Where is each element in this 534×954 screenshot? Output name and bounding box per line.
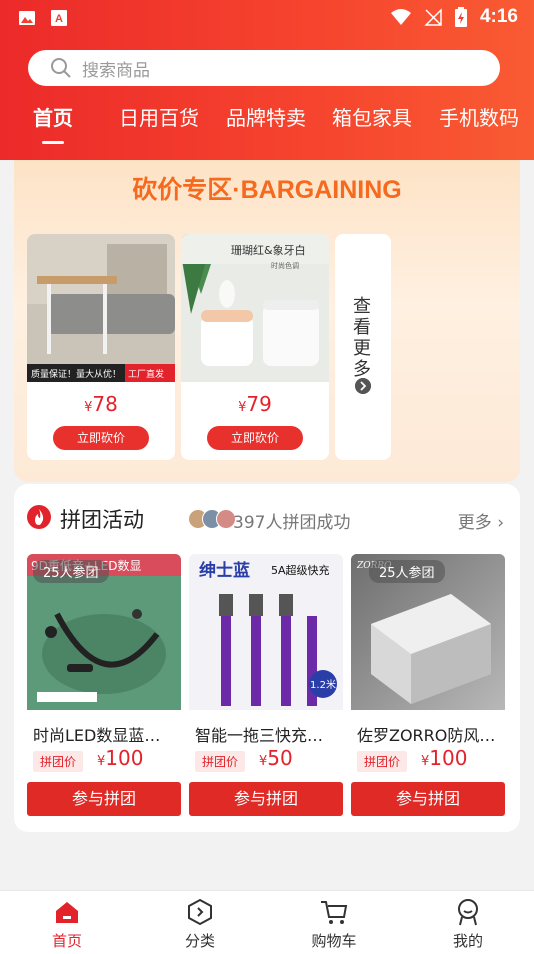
nav-home[interactable]: 首页 xyxy=(27,897,107,951)
group-more-link[interactable]: 更多 › xyxy=(458,508,504,533)
group-buy-section: 拼团活动 397人拼团成功 更多 › 9D重低音+LED数显 25人参团 xyxy=(14,484,520,832)
bargain-card[interactable]: 珊瑚红&象牙白 时尚色调 ¥79 立即砍价 xyxy=(181,234,329,460)
nav-label: 首页 xyxy=(51,932,82,950)
clock: 4:16 xyxy=(479,6,518,27)
join-group-button[interactable]: 参与拼团 xyxy=(27,782,181,816)
view-more-card[interactable]: 查看更多 xyxy=(335,234,391,460)
tab-daily-goods[interactable]: 日用百货 xyxy=(119,102,199,131)
product-name: 智能一拖三快充… xyxy=(195,726,324,745)
wifi-icon xyxy=(390,9,411,25)
no-signal-icon xyxy=(424,8,442,26)
group-price: ¥100 xyxy=(97,746,144,770)
bottom-navigation: 首页 分类 购物车 我的 xyxy=(0,890,534,954)
search-icon xyxy=(51,58,71,78)
tab-bags-furniture[interactable]: 箱包家具 xyxy=(332,102,412,131)
group-buy-header: 拼团活动 397人拼团成功 更多 › xyxy=(26,504,508,534)
participants-badge: 25人参团 xyxy=(369,560,445,583)
group-product-card[interactable]: 9D重低音+LED数显 25人参团 时尚LED数显蓝… 拼团价 ¥100 参与拼… xyxy=(27,554,181,816)
product-name: 佐罗ZORRO防风… xyxy=(357,726,496,745)
group-price-tag: 拼团价 xyxy=(195,751,246,772)
product-image-humidifier: 珊瑚红&象牙白 时尚色调 xyxy=(181,234,329,382)
group-price: ¥50 xyxy=(259,746,293,770)
cart-icon xyxy=(321,901,348,924)
tab-phones-digital[interactable]: 手机数码 xyxy=(439,102,519,131)
gallery-notification-icon xyxy=(19,11,35,25)
nav-label: 分类 xyxy=(184,932,215,950)
group-buy-title: 拼团活动 xyxy=(60,508,144,532)
group-success-count: 397人拼团成功 xyxy=(233,513,351,533)
category-tabs: 首页 日用百货 品牌特卖 箱包家具 手机数码 xyxy=(0,102,534,142)
svg-text:A: A xyxy=(55,13,63,25)
length-badge: 1.2米 xyxy=(310,678,336,691)
product-name: 时尚LED数显蓝… xyxy=(33,726,161,745)
nav-category[interactable]: 分类 xyxy=(160,897,240,951)
bargain-section: 砍价专区·BARGAINING 质量保证！量大从优！ 工厂直发 ¥78 立即砍价 xyxy=(14,160,520,482)
view-more-label: 查看更多 xyxy=(353,296,371,380)
status-bar: A 4:16 xyxy=(0,0,534,38)
tab-brand-sale[interactable]: 品牌特卖 xyxy=(226,102,306,131)
app-header: A 4:16 搜索商品 首页 日用百货 品牌特卖 箱包家具 手机数码 xyxy=(0,0,534,160)
group-product-card[interactable]: ZORRO 25人参团 佐罗ZORRO防风… 拼团价 ¥100 参与拼团 xyxy=(351,554,505,816)
group-price: ¥100 xyxy=(421,746,468,770)
battery-charging-icon xyxy=(454,7,467,27)
nav-label: 我的 xyxy=(452,932,483,950)
app-notification-icon: A xyxy=(51,10,67,26)
bargain-now-button[interactable]: 立即砍价 xyxy=(207,426,303,450)
group-product-card[interactable]: 绅士蓝 5A超级快充 1.2米 智能一拖三快充… 拼团价 ¥50 参与拼团 xyxy=(189,554,343,816)
join-group-button[interactable]: 参与拼团 xyxy=(351,782,505,816)
bargain-title: 砍价专区·BARGAINING xyxy=(132,176,402,204)
fire-icon xyxy=(27,505,51,529)
nav-cart[interactable]: 购物车 xyxy=(294,897,374,951)
nav-profile[interactable]: 我的 xyxy=(428,897,508,951)
group-price-tag: 拼团价 xyxy=(33,751,84,772)
image-caption: 珊瑚红&象牙白 xyxy=(231,243,306,257)
bargain-price: ¥79 xyxy=(238,392,272,416)
product-image-cables: 绅士蓝 5A超级快充 1.2米 xyxy=(189,554,343,710)
banner-tag: 工厂直发 xyxy=(128,368,164,380)
search-input[interactable]: 搜索商品 xyxy=(28,50,500,86)
image-caption: 5A超级快充 xyxy=(271,563,330,577)
brand-text: 绅士蓝 xyxy=(199,560,250,581)
group-price-tag: 拼团价 xyxy=(357,751,408,772)
join-group-button[interactable]: 参与拼团 xyxy=(189,782,343,816)
product-image-headphones: 9D重低音+LED数显 25人参团 xyxy=(27,554,181,710)
profile-icon xyxy=(458,899,478,926)
search-placeholder: 搜索商品 xyxy=(82,60,150,81)
product-image-desk: 质量保证！量大从优！ 工厂直发 xyxy=(27,234,175,382)
participant-avatars xyxy=(188,509,236,529)
participants-badge: 25人参团 xyxy=(33,560,109,583)
active-tab-indicator xyxy=(42,141,64,144)
bargain-price: ¥78 xyxy=(84,392,118,416)
image-subcaption: 时尚色调 xyxy=(271,261,299,270)
product-image-lighter: ZORRO 25人参团 xyxy=(351,554,505,710)
tab-home[interactable]: 首页 xyxy=(33,102,73,131)
category-icon xyxy=(188,898,212,926)
home-icon xyxy=(56,902,78,923)
banner-text: 质量保证！量大从优！ xyxy=(31,368,121,380)
nav-label: 购物车 xyxy=(311,932,357,950)
bargain-card[interactable]: 质量保证！量大从优！ 工厂直发 ¥78 立即砍价 xyxy=(27,234,175,460)
chevron-right-icon xyxy=(355,378,371,394)
bargain-now-button[interactable]: 立即砍价 xyxy=(53,426,149,450)
